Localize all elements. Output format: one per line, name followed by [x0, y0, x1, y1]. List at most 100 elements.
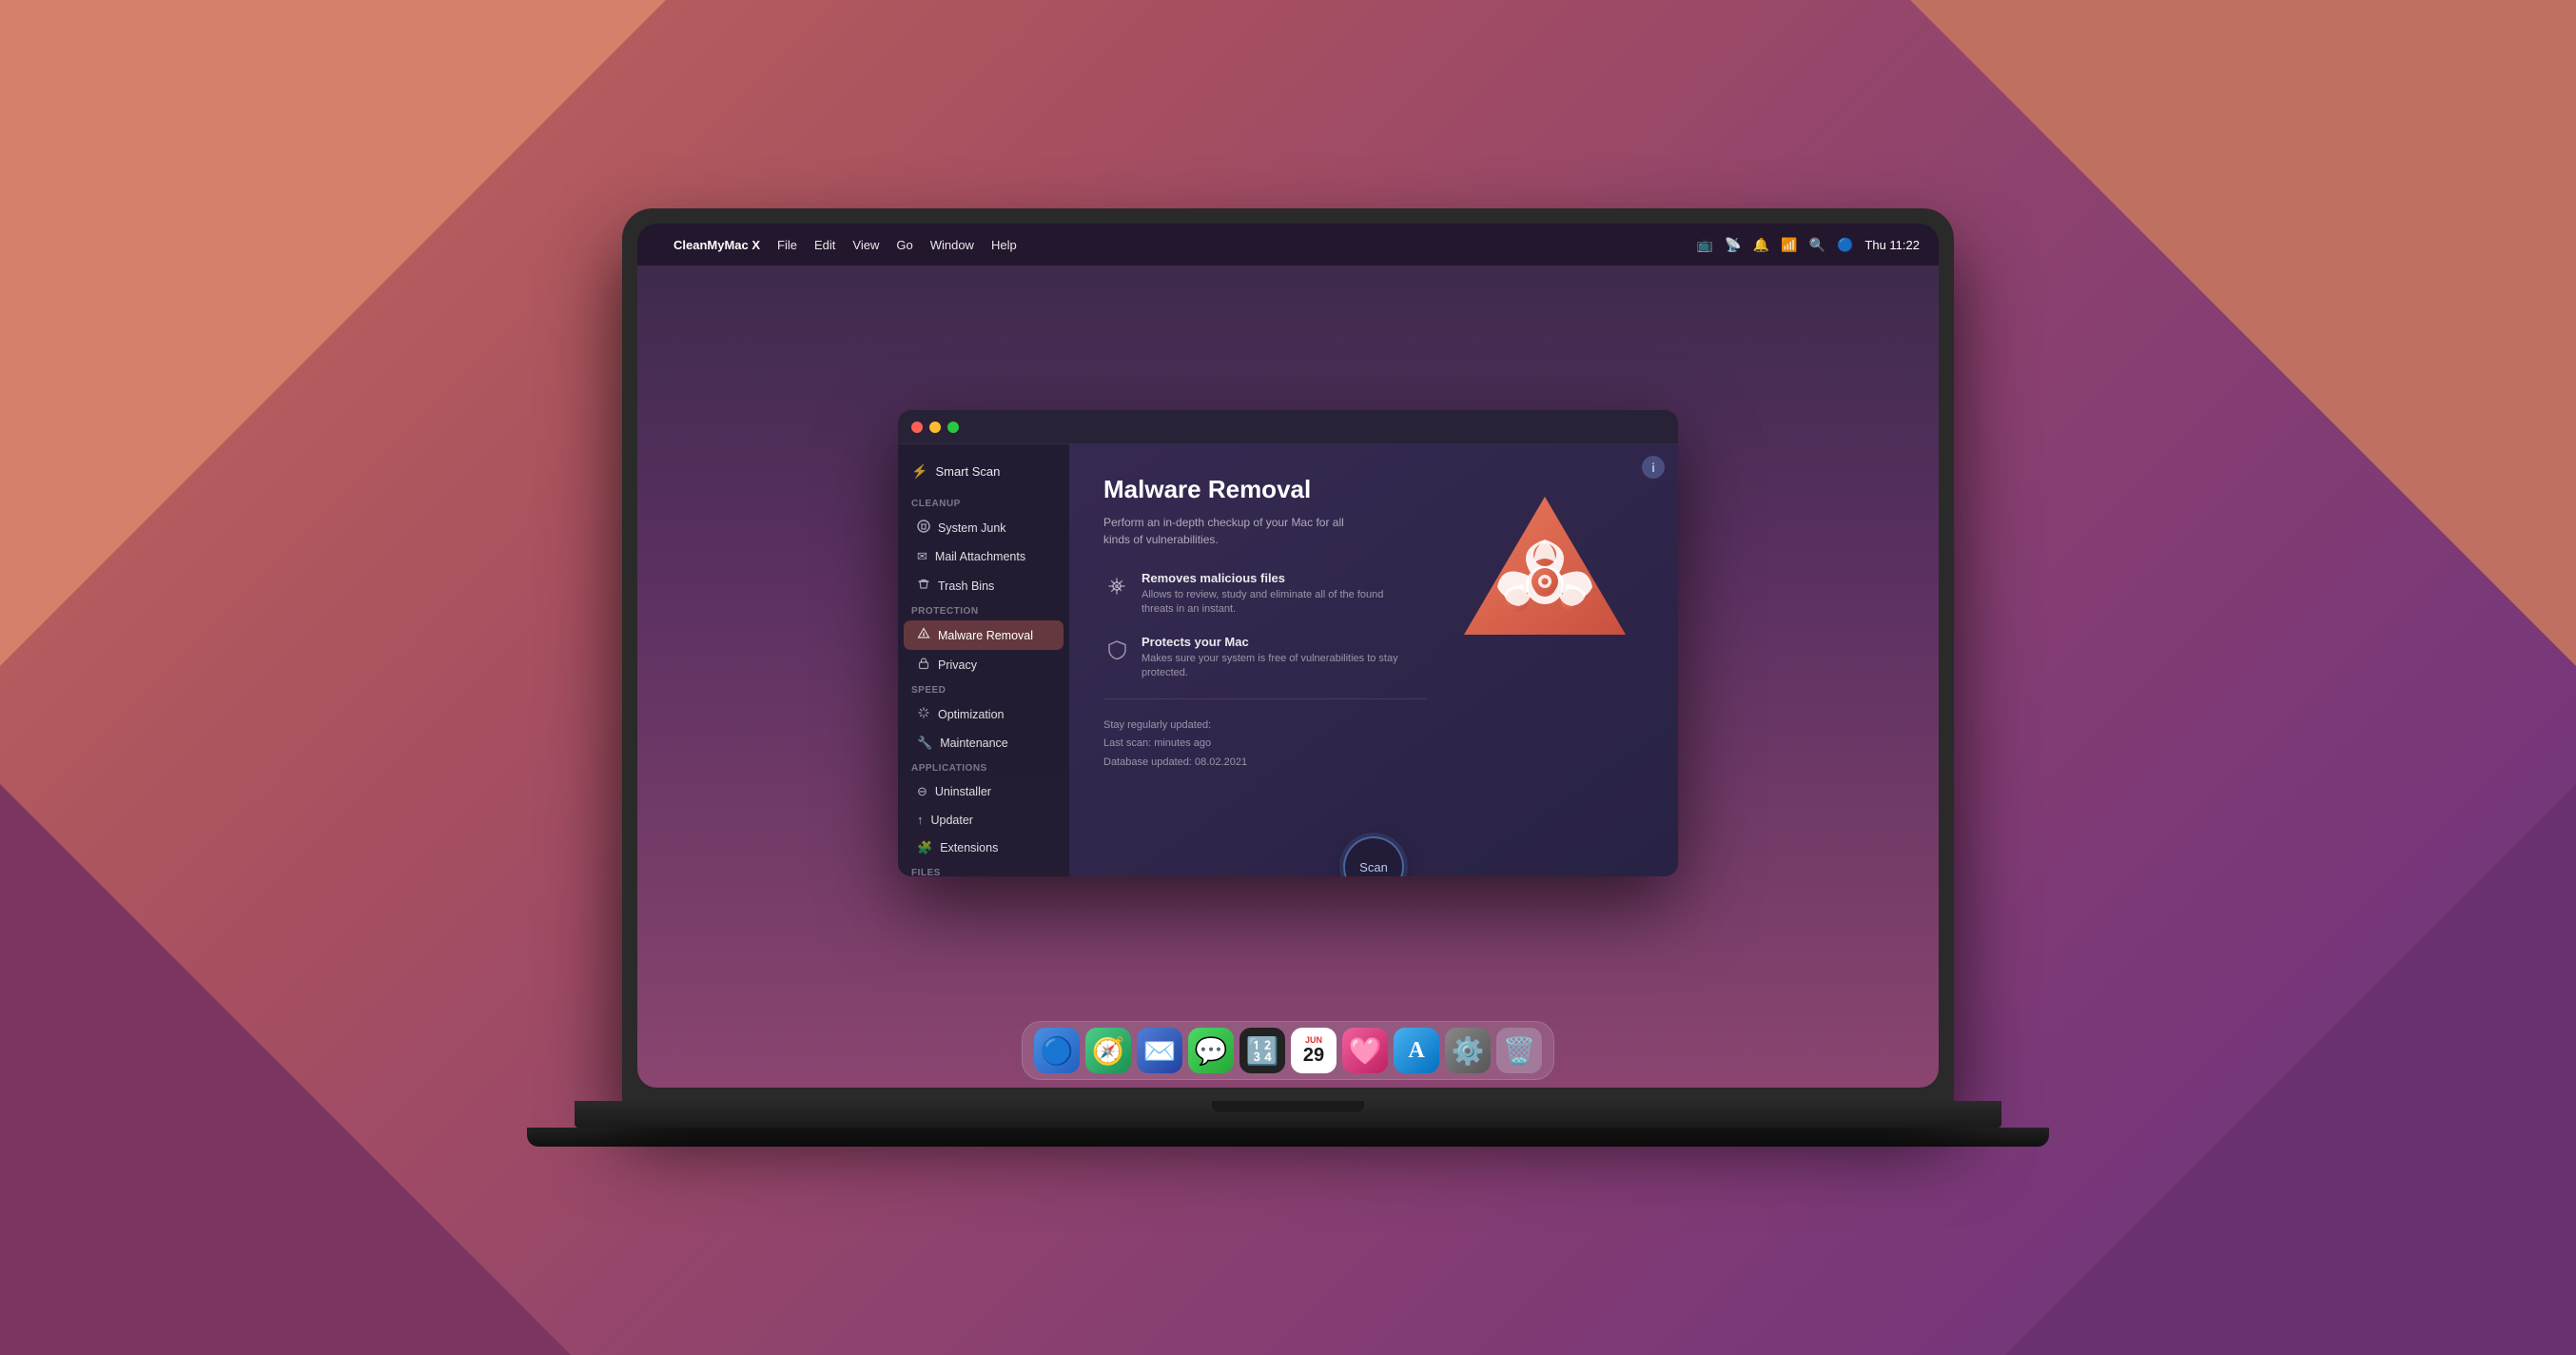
- dock-messages[interactable]: 💬: [1188, 1028, 1234, 1073]
- screen-bezel: CleanMyMac X File Edit View Go Window He…: [637, 224, 1939, 1088]
- scan-button-container: Scan: [1343, 836, 1404, 876]
- content-title: Malware Removal: [1103, 475, 1370, 504]
- privacy-icon: [917, 657, 930, 673]
- dock: 🔵 🧭 ✉️ 💬 🔢: [1022, 1021, 1554, 1080]
- maximize-button[interactable]: [947, 422, 959, 433]
- feature-protects-title: Protects your Mac: [1142, 635, 1408, 649]
- menubar-edit[interactable]: Edit: [814, 238, 835, 252]
- macos-desktop: CleanMyMac X File Edit View Go Window He…: [637, 224, 1939, 1088]
- maintenance-icon: 🔧: [917, 736, 932, 751]
- sidebar-item-smart-scan[interactable]: ⚡ Smart Scan: [898, 456, 1069, 487]
- menubar-right: 📺 📡 🔔 📶 🔍 🔵 Thu 11:22: [1697, 237, 1920, 253]
- mail-attachments-label: Mail Attachments: [935, 550, 1025, 563]
- sidebar-item-malware-removal[interactable]: Malware Removal: [904, 620, 1064, 650]
- menubar-help[interactable]: Help: [991, 238, 1017, 252]
- privacy-label: Privacy: [938, 658, 977, 672]
- feature-removes-title: Removes malicious files: [1142, 571, 1408, 585]
- minimize-button[interactable]: [929, 422, 941, 433]
- bg-shape-br: [2005, 784, 2576, 1355]
- sidebar-item-maintenance[interactable]: 🔧 Maintenance: [904, 729, 1064, 757]
- sidebar-item-optimization[interactable]: Optimization: [904, 699, 1064, 729]
- finder-icon: 🔵: [1041, 1035, 1074, 1067]
- dock-calculator[interactable]: 🔢: [1239, 1028, 1285, 1073]
- mail-icon: ✉: [917, 549, 927, 564]
- feature-removes-text: Removes malicious files Allows to review…: [1142, 571, 1408, 618]
- app-body: ⚡ Smart Scan Cleanup System Junk: [898, 444, 1678, 876]
- close-button[interactable]: [911, 422, 923, 433]
- sidebar-item-mail-attachments[interactable]: ✉ Mail Attachments: [904, 542, 1064, 571]
- app-window: ⚡ Smart Scan Cleanup System Junk: [898, 410, 1678, 876]
- biohazard-icon: [1450, 482, 1640, 673]
- malware-icon: [917, 627, 930, 643]
- maintenance-label: Maintenance: [940, 736, 1008, 750]
- update-info: Stay regularly updated: Last scan: minut…: [1103, 717, 1644, 773]
- sidebar-item-system-junk[interactable]: System Junk: [904, 513, 1064, 542]
- sidebar: ⚡ Smart Scan Cleanup System Junk: [898, 444, 1069, 876]
- dock-container: 🔵 🧭 ✉️ 💬 🔢: [637, 1021, 1939, 1088]
- dock-mail[interactable]: ✉️: [1137, 1028, 1182, 1073]
- uninstaller-label: Uninstaller: [935, 785, 991, 798]
- calendar-month: JUN: [1305, 1036, 1322, 1045]
- systemprefs-icon: ⚙️: [1452, 1035, 1485, 1067]
- scan-button[interactable]: Scan: [1343, 836, 1404, 876]
- menubar-left: CleanMyMac X File Edit View Go Window He…: [656, 238, 1017, 252]
- menubar-view[interactable]: View: [852, 238, 879, 252]
- laptop-wrapper: CleanMyMac X File Edit View Go Window He…: [527, 208, 2049, 1147]
- notification-icon: 🔔: [1753, 237, 1769, 253]
- desktop-content: ⚡ Smart Scan Cleanup System Junk: [637, 265, 1939, 1021]
- last-scan-label: Last scan: minutes ago: [1103, 735, 1644, 754]
- feature-protects-desc: Makes sure your system is free of vulner…: [1142, 652, 1408, 681]
- scan-button-label: Scan: [1359, 860, 1388, 874]
- menubar-go[interactable]: Go: [896, 238, 912, 252]
- mail-dock-icon: ✉️: [1143, 1035, 1177, 1067]
- extensions-label: Extensions: [940, 841, 998, 854]
- dock-systemprefs[interactable]: ⚙️: [1445, 1028, 1491, 1073]
- search-icon[interactable]: 🔍: [1809, 237, 1825, 253]
- dock-finder[interactable]: 🔵: [1034, 1028, 1080, 1073]
- menubar-time: Thu 11:22: [1864, 238, 1920, 252]
- bluetooth-icon: 🔵: [1837, 237, 1853, 253]
- display-icon: 📺: [1697, 237, 1713, 253]
- trash-dock-icon: 🗑️: [1503, 1035, 1536, 1067]
- info-button[interactable]: i: [1642, 456, 1665, 479]
- bug-icon: [1103, 573, 1130, 599]
- biohazard-container: [1440, 463, 1649, 692]
- feature-list: Removes malicious files Allows to review…: [1103, 571, 1408, 681]
- menubar-file[interactable]: File: [777, 238, 797, 252]
- content-divider: [1103, 698, 1427, 699]
- dock-appstore[interactable]: A: [1394, 1028, 1439, 1073]
- section-speed-label: Speed: [898, 681, 1069, 699]
- content-subtitle: Perform an in-depth checkup of your Mac …: [1103, 514, 1370, 548]
- system-junk-label: System Junk: [938, 521, 1006, 535]
- feature-removes-desc: Allows to review, study and eliminate al…: [1142, 588, 1408, 618]
- menubar-app-name[interactable]: CleanMyMac X: [673, 238, 760, 252]
- section-cleanup-label: Cleanup: [898, 495, 1069, 513]
- sidebar-item-updater[interactable]: ↑ Updater: [904, 806, 1064, 834]
- database-updated-label: Database updated: 08.02.2021: [1103, 754, 1644, 773]
- updater-label: Updater: [931, 814, 973, 827]
- smart-scan-label: Smart Scan: [935, 464, 1000, 479]
- calendar-day: 29: [1303, 1045, 1324, 1066]
- extensions-icon: 🧩: [917, 840, 932, 855]
- section-applications-label: Applications: [898, 759, 1069, 777]
- menubar-window[interactable]: Window: [930, 238, 974, 252]
- sidebar-item-trash-bins[interactable]: Trash Bins: [904, 571, 1064, 600]
- dock-trash[interactable]: 🗑️: [1496, 1028, 1542, 1073]
- sidebar-item-extensions[interactable]: 🧩 Extensions: [904, 834, 1064, 862]
- menubar: CleanMyMac X File Edit View Go Window He…: [637, 224, 1939, 265]
- system-junk-icon: [917, 520, 930, 536]
- feature-removes-malicious: Removes malicious files Allows to review…: [1103, 571, 1408, 618]
- dock-cleanmymac[interactable]: 🩷: [1342, 1028, 1388, 1073]
- stay-updated-label: Stay regularly updated:: [1103, 717, 1644, 736]
- sidebar-item-uninstaller[interactable]: ⊖ Uninstaller: [904, 777, 1064, 806]
- laptop-outer: CleanMyMac X File Edit View Go Window He…: [622, 208, 1954, 1103]
- optimization-icon: [917, 706, 930, 722]
- sidebar-item-privacy[interactable]: Privacy: [904, 650, 1064, 679]
- dock-calendar[interactable]: JUN 29: [1291, 1028, 1337, 1073]
- bg-shape-bl: [0, 784, 571, 1355]
- laptop-base: [527, 1128, 2049, 1147]
- laptop-bottom: [575, 1101, 2001, 1128]
- safari-icon: 🧭: [1092, 1035, 1125, 1067]
- feature-protects-text: Protects your Mac Makes sure your system…: [1142, 635, 1408, 681]
- dock-safari[interactable]: 🧭: [1085, 1028, 1131, 1073]
